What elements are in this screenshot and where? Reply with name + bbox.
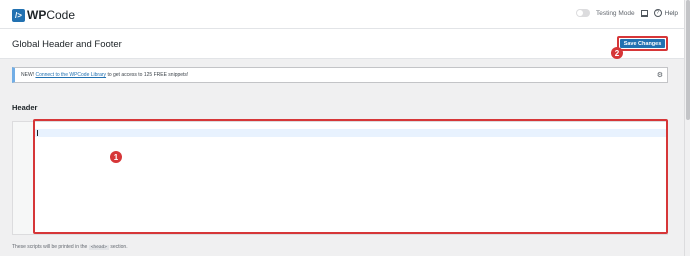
logo-icon: /> [12, 8, 25, 22]
editor-highlight [33, 119, 668, 234]
help-button[interactable]: ? Help [653, 9, 678, 17]
header-section-title: Header [12, 103, 38, 112]
editor-footer-note: These scripts will be printed in the <he… [12, 244, 128, 250]
top-right-controls: Testing Mode ? Help [575, 9, 678, 17]
head-tag-code: <head> [88, 245, 109, 250]
testing-mode-toggle[interactable] [575, 9, 590, 17]
annotation-badge-2: 2 [611, 47, 623, 59]
library-notice: NEW! Connect to the WPCode Library to ge… [12, 67, 668, 83]
top-bar: /> WPCode Testing Mode ? Help [0, 0, 684, 29]
page-scrollbar[interactable] [684, 0, 690, 256]
help-label: Help [664, 9, 678, 17]
title-bar: Global Header and Footer [0, 29, 684, 59]
wpcode-logo[interactable]: /> WPCode [12, 8, 75, 22]
notice-text: NEW! Connect to the WPCode Library to ge… [21, 72, 189, 78]
save-button-highlight: Save Changes [617, 36, 668, 51]
editor-gutter [13, 122, 35, 234]
screen-icon [640, 9, 648, 17]
connect-library-link[interactable]: Connect to the WPCode Library [35, 72, 106, 78]
scrollbar-thumb[interactable] [686, 0, 690, 120]
logo-text: WPCode [27, 8, 76, 22]
gear-icon[interactable]: ⚙ [657, 71, 663, 79]
page-title: Global Header and Footer [12, 39, 122, 50]
screen-options-button[interactable] [640, 9, 648, 17]
save-changes-button[interactable]: Save Changes [620, 39, 665, 48]
annotation-badge-1: 1 [110, 151, 122, 163]
help-icon: ? [653, 9, 662, 17]
testing-mode-label: Testing Mode [595, 9, 635, 17]
